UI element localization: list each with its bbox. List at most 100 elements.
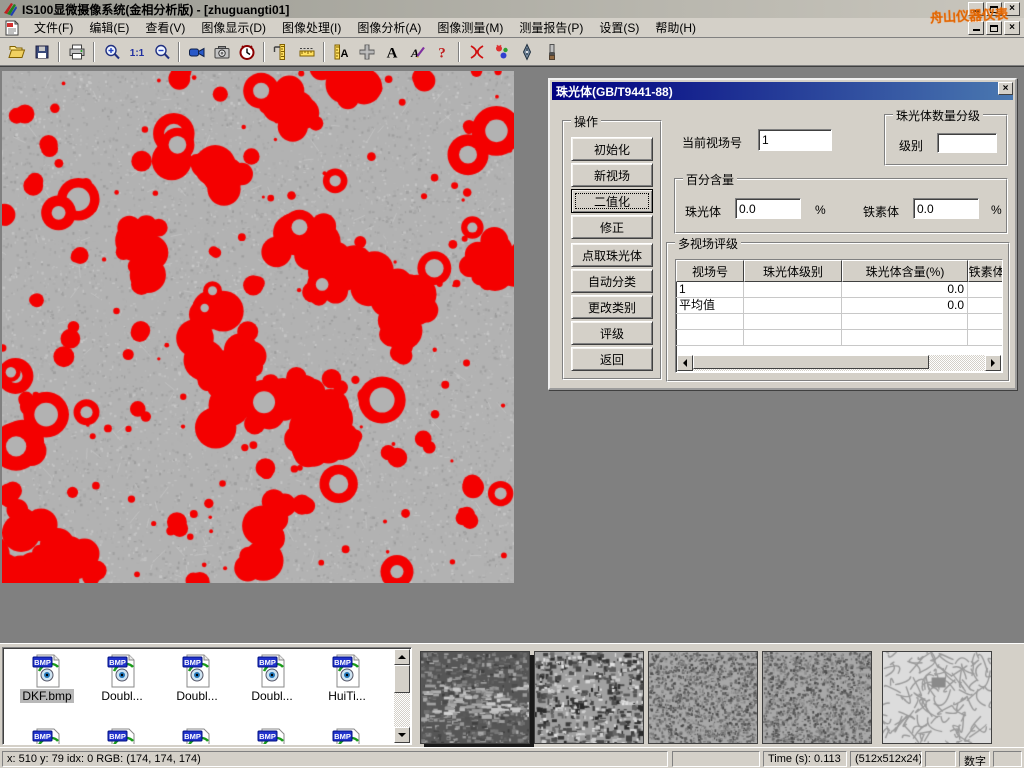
thumbnail-5[interactable] [882, 651, 992, 744]
table-row[interactable] [676, 330, 1002, 346]
ferrite-percent-input[interactable] [913, 198, 979, 219]
file-item[interactable]: BMP [236, 728, 308, 745]
minimize-icon [973, 24, 980, 31]
svg-text:BMP: BMP [109, 658, 126, 667]
menu-help[interactable]: 帮助(H) [647, 17, 704, 38]
file-item[interactable]: BMP Doubl... [86, 654, 158, 703]
grade-button[interactable]: 评级 [571, 321, 653, 345]
timer-button[interactable] [234, 40, 259, 64]
table-row[interactable]: 平均值 0.0 [676, 298, 1002, 314]
file-item[interactable]: BMP Doubl... [161, 654, 233, 703]
thumbnail-1[interactable] [420, 651, 530, 744]
file-item[interactable]: BMP [311, 728, 383, 745]
open-button[interactable] [4, 40, 29, 64]
print-button[interactable] [64, 40, 89, 64]
col-ferrite-content[interactable]: 铁素体含量(%) [968, 260, 1003, 282]
curve-tool-button[interactable] [464, 40, 489, 64]
menu-edit[interactable]: 编辑(E) [81, 17, 137, 38]
file-item[interactable]: BMP [161, 728, 233, 745]
return-button[interactable]: 返回 [571, 347, 653, 371]
thumbnail-2[interactable] [534, 651, 644, 744]
menu-view[interactable]: 查看(V) [137, 17, 193, 38]
svg-text:BMP: BMP [259, 732, 276, 741]
child-close-button[interactable]: × [1004, 21, 1020, 35]
file-name[interactable]: Doubl... [249, 689, 294, 703]
svg-text:1:1: 1:1 [129, 48, 144, 59]
caliper-measure-button[interactable] [269, 40, 294, 64]
menu-image-measure[interactable]: 图像测量(M) [429, 17, 511, 38]
col-field-no[interactable]: 视场号 [676, 260, 744, 282]
caliper-icon [273, 43, 291, 61]
table-horizontal-scrollbar[interactable] [677, 355, 1001, 371]
file-item[interactable]: BMP Doubl... [236, 654, 308, 703]
bmp-file-icon: BMP [32, 728, 62, 745]
title-bar: IS100显微摄像系统(金相分析版) - [zhuguangti01] × [0, 0, 1024, 18]
actual-size-button[interactable]: 1:1 [124, 40, 149, 64]
pen-tool-button[interactable] [514, 40, 539, 64]
thumbnail-3[interactable] [648, 651, 758, 744]
file-name[interactable]: Doubl... [99, 689, 144, 703]
video-capture-button[interactable] [184, 40, 209, 64]
pick-pearlite-button[interactable]: 点取珠光体 [571, 243, 653, 267]
new-field-button[interactable]: 新视场 [571, 163, 653, 187]
particle-classify-icon [493, 43, 511, 61]
scroll-left-button[interactable] [677, 355, 693, 371]
pearlite-percent-input[interactable] [735, 198, 801, 219]
correct-button[interactable]: 修正 [571, 215, 653, 239]
col-pearlite-content[interactable]: 珠光体含量(%) [842, 260, 968, 282]
file-item[interactable]: BMP DKF.bmp [11, 654, 83, 703]
classify-button[interactable] [489, 40, 514, 64]
multi-field-table[interactable]: 视场号 珠光体级别 珠光体含量(%) 铁素体含量(%) 1 0.0 平均值 0.… [675, 259, 1003, 373]
annotate-button[interactable]: A [404, 40, 429, 64]
dialog-close-button[interactable]: × [998, 82, 1013, 95]
menu-settings[interactable]: 设置(S) [591, 17, 647, 38]
bmp-file-icon: BMP [107, 728, 137, 745]
binarize-button[interactable]: 二值化 [571, 189, 653, 213]
grade-label: 级别 [899, 137, 923, 154]
calibrate-button[interactable]: A [329, 40, 354, 64]
scroll-track[interactable] [693, 355, 985, 371]
help-button[interactable]: ? [429, 40, 454, 64]
table-row[interactable] [676, 314, 1002, 330]
zoom-in-button[interactable] [99, 40, 124, 64]
file-item[interactable]: BMP [86, 728, 158, 745]
close-icon: × [1009, 23, 1015, 33]
current-field-input[interactable] [758, 129, 832, 151]
scroll-up-button[interactable] [394, 649, 410, 665]
col-pearlite-grade[interactable]: 珠光体级别 [744, 260, 842, 282]
pearlite-label: 珠光体 [685, 203, 721, 220]
menu-file[interactable]: 文件(F) [26, 17, 81, 38]
file-name[interactable]: DKF.bmp [20, 689, 73, 703]
scroll-down-button[interactable] [394, 727, 410, 743]
camera-capture-button[interactable] [209, 40, 234, 64]
scroll-thumb[interactable] [394, 665, 410, 693]
zoom-out-button[interactable] [149, 40, 174, 64]
file-list-panel[interactable]: BMP DKF.bmp BMP Doubl... BMP Doubl... BM… [2, 647, 412, 745]
table-row[interactable]: 1 0.0 [676, 282, 1002, 298]
micrograph-image[interactable] [2, 71, 514, 583]
svg-text:BMP: BMP [334, 732, 351, 741]
text-button[interactable]: A [379, 40, 404, 64]
menu-image-analysis[interactable]: 图像分析(A) [349, 17, 429, 38]
ruler-measure-button[interactable] [294, 40, 319, 64]
menu-measure-report[interactable]: 测量报告(P) [511, 17, 591, 38]
file-list-scrollbar[interactable] [394, 649, 410, 743]
change-class-button[interactable]: 更改类别 [571, 295, 653, 319]
init-button[interactable]: 初始化 [571, 137, 653, 161]
dialog-title-bar[interactable]: 珠光体(GB/T9441-88) [552, 82, 1013, 100]
grid-button[interactable] [354, 40, 379, 64]
scroll-right-button[interactable] [985, 355, 1001, 371]
menu-image-process[interactable]: 图像处理(I) [274, 17, 349, 38]
file-name[interactable]: Doubl... [174, 689, 219, 703]
pen-icon [518, 43, 536, 61]
file-item[interactable]: BMP HuiTi... [311, 654, 383, 703]
menu-image-display[interactable]: 图像显示(D) [193, 17, 274, 38]
thumbnail-4[interactable] [762, 651, 872, 744]
file-name[interactable]: HuiTi... [326, 689, 368, 703]
brush-tool-button[interactable] [539, 40, 564, 64]
file-item[interactable]: BMP [11, 728, 83, 745]
auto-classify-button[interactable]: 自动分类 [571, 269, 653, 293]
scroll-thumb[interactable] [693, 355, 929, 369]
grade-input[interactable] [937, 133, 997, 153]
save-button[interactable] [29, 40, 54, 64]
